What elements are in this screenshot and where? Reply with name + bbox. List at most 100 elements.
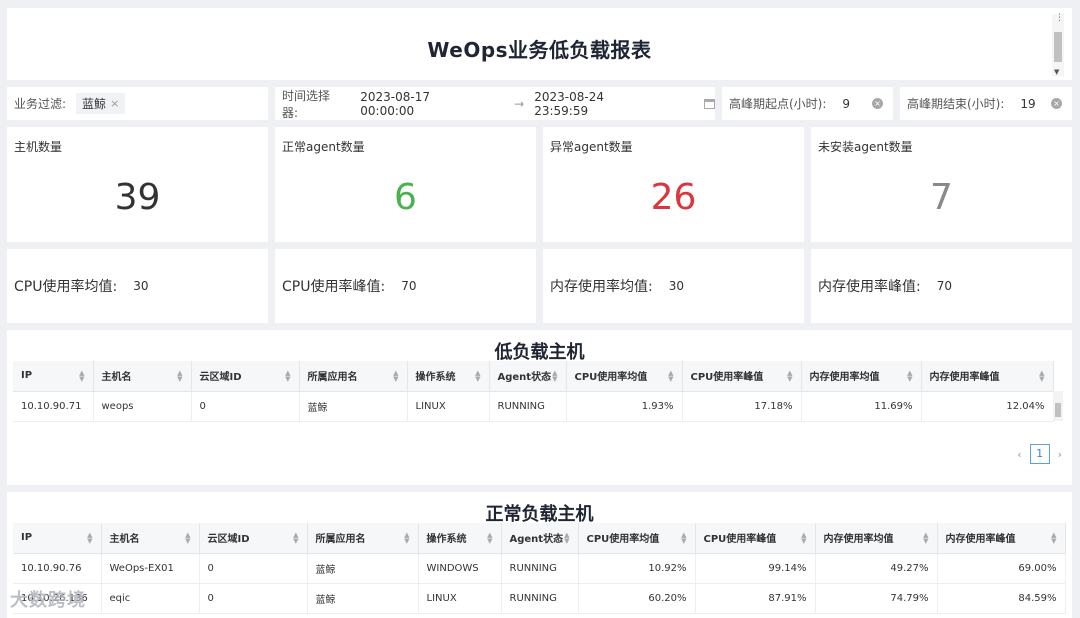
business-tag[interactable]: 蓝鲸 ×	[76, 93, 126, 114]
sort-icon[interactable]: ▲ ▼	[79, 370, 84, 383]
column-header[interactable]: 云区域ID ▲ ▼	[199, 523, 308, 554]
column-header-label: CPU使用率均值	[574, 372, 648, 384]
table-row[interactable]: 10.10.26.136 eqic 0 蓝鲸 LINUX RUNNING 60.20% 87.…	[13, 583, 1066, 614]
table-cell: WeOps-EX01	[101, 553, 200, 584]
normal-load-table: IP ▲ ▼ 主机名 ▲ ▼ 云区域ID ▲ ▼ 所属应用名 ▲ ▼ 操作系统 ▲ ▼ Agent状态 ▲ ▼ CP…	[13, 523, 1066, 614]
column-header[interactable]: 内存使用率均值 ▲ ▼	[815, 523, 938, 554]
sort-icon[interactable]: ▲ ▼	[552, 370, 557, 383]
table-row[interactable]: 10.10.90.76 WeOps-EX01 0 蓝鲸 WINDOWS RUNNING 10…	[13, 553, 1066, 584]
column-header[interactable]: CPU使用率均值 ▲ ▼	[578, 523, 696, 554]
table-cell: 1.93%	[566, 391, 683, 422]
metric-label: 内存使用率峰值:	[818, 279, 921, 295]
sort-icon[interactable]: ▲ ▼	[923, 532, 928, 545]
column-header[interactable]: IP ▲ ▼	[13, 361, 94, 392]
sort-icon[interactable]: ▲ ▼	[787, 370, 792, 383]
business-filter-label: 业务过滤:	[14, 97, 67, 111]
business-filter: 业务过滤: 蓝鲸 ×	[7, 87, 268, 120]
stat-card-host-count: 主机数量 39	[7, 127, 268, 242]
peak-end-label: 高峰期结束(小时):	[907, 97, 1005, 111]
sort-icon[interactable]: ▲ ▼	[475, 370, 480, 383]
table-cell: 0	[199, 553, 308, 584]
sort-icon[interactable]: ▲ ▼	[1051, 532, 1056, 545]
column-header[interactable]: Agent状态 ▲ ▼	[501, 523, 579, 554]
peak-start-input[interactable]: 9	[842, 97, 850, 111]
table-row[interactable]: 10.10.90.71 weops 0 蓝鲸 LINUX RUNNING 1.93% 17.1…	[13, 391, 1054, 422]
stat-value: 7	[930, 177, 953, 218]
table-cell: 84.59%	[937, 583, 1066, 614]
column-header-label: 内存使用率均值	[809, 372, 880, 384]
metric-mem-peak: 内存使用率峰值: 70	[811, 249, 1072, 323]
metric-cpu-peak: CPU使用率峰值: 70	[275, 249, 536, 323]
pagination: ‹ 1 ›	[1017, 444, 1062, 464]
prev-page-icon[interactable]: ‹	[1017, 448, 1021, 461]
sort-icon[interactable]: ▲ ▼	[177, 370, 182, 383]
sort-icon[interactable]: ▲ ▼	[564, 532, 569, 545]
sort-icon[interactable]: ▲ ▼	[907, 370, 912, 383]
column-header[interactable]: 主机名 ▲ ▼	[93, 361, 192, 392]
column-header[interactable]: CPU使用率峰值 ▲ ▼	[682, 361, 802, 392]
report-title-panel: WeOps业务低负载报表 ⋮ ▼	[7, 8, 1072, 80]
sort-icon[interactable]: ▲ ▼	[185, 532, 190, 545]
table-cell: 74.79%	[815, 583, 938, 614]
table-cell: RUNNING	[501, 583, 579, 614]
column-header-label: Agent状态	[497, 372, 552, 384]
more-options-icon[interactable]: ⋮	[1055, 14, 1064, 23]
table-scrollbar-thumb[interactable]	[1055, 403, 1061, 417]
column-header-label: 内存使用率峰值	[929, 372, 1000, 384]
column-header[interactable]: 内存使用率峰值 ▲ ▼	[937, 523, 1066, 554]
sort-icon[interactable]: ▲ ▼	[285, 370, 290, 383]
column-header[interactable]: 所属应用名 ▲ ▼	[307, 523, 419, 554]
sort-icon[interactable]: ▲ ▼	[393, 370, 398, 383]
time-picker[interactable]: 时间选择器: 2023-08-17 00:00:00 → 2023-08-24 …	[275, 87, 715, 120]
column-header-label: 所属应用名	[315, 534, 366, 546]
stat-label: 主机数量	[14, 140, 63, 154]
column-header[interactable]: 主机名 ▲ ▼	[101, 523, 200, 554]
sort-icon[interactable]: ▲ ▼	[681, 532, 686, 545]
column-header[interactable]: 内存使用率均值 ▲ ▼	[801, 361, 922, 392]
table-scrollbar[interactable]	[1053, 391, 1063, 421]
clear-peak-start-icon[interactable]: ×	[872, 98, 883, 109]
range-arrow-icon: →	[514, 96, 525, 111]
sort-icon[interactable]: ▲ ▼	[404, 532, 409, 545]
column-header[interactable]: 所属应用名 ▲ ▼	[299, 361, 408, 392]
peak-end-input[interactable]: 19	[1020, 97, 1035, 111]
metric-label: CPU使用率峰值:	[282, 279, 386, 295]
column-header-label: 主机名	[101, 372, 132, 384]
column-header[interactable]: 内存使用率峰值 ▲ ▼	[921, 361, 1054, 392]
table-cell: 0	[191, 391, 300, 422]
start-date[interactable]: 2023-08-17 00:00:00	[360, 90, 486, 118]
sort-icon[interactable]: ▲ ▼	[487, 532, 492, 545]
column-header[interactable]: CPU使用率峰值 ▲ ▼	[695, 523, 816, 554]
column-header[interactable]: 云区域ID ▲ ▼	[191, 361, 300, 392]
metric-cpu-avg: CPU使用率均值: 30	[7, 249, 268, 323]
column-header[interactable]: CPU使用率均值 ▲ ▼	[566, 361, 683, 392]
column-header[interactable]: 操作系统 ▲ ▼	[418, 523, 502, 554]
column-header-label: 所属应用名	[307, 372, 358, 384]
title-scrollbar[interactable]: ⋮ ▼	[1052, 14, 1064, 76]
sort-icon[interactable]: ▲ ▼	[1039, 370, 1044, 383]
column-header[interactable]: 操作系统 ▲ ▼	[407, 361, 490, 392]
sort-icon[interactable]: ▲ ▼	[668, 370, 673, 383]
metric-value: 70	[936, 279, 952, 293]
sort-icon[interactable]: ▲ ▼	[293, 532, 298, 545]
scrollbar-thumb[interactable]	[1054, 32, 1062, 62]
sort-icon[interactable]: ▲ ▼	[87, 532, 92, 545]
calendar-icon[interactable]	[704, 98, 715, 109]
tag-close-icon[interactable]: ×	[110, 97, 119, 110]
column-header[interactable]: Agent状态 ▲ ▼	[489, 361, 567, 392]
clear-peak-end-icon[interactable]: ×	[1051, 98, 1062, 109]
table-cell: WINDOWS	[418, 553, 502, 584]
table-cell: 蓝鲸	[307, 553, 419, 584]
column-header-label: 操作系统	[426, 534, 467, 546]
end-date[interactable]: 2023-08-24 23:59:59	[534, 90, 660, 118]
scroll-down-icon[interactable]: ▼	[1054, 68, 1059, 76]
page-number-button[interactable]: 1	[1029, 444, 1050, 464]
column-header[interactable]: IP ▲ ▼	[13, 523, 102, 554]
column-header-label: IP	[21, 532, 33, 544]
time-picker-label: 时间选择器:	[282, 88, 331, 120]
next-page-icon[interactable]: ›	[1058, 448, 1062, 461]
table-cell: 49.27%	[815, 553, 938, 584]
table-cell: 17.18%	[682, 391, 802, 422]
table-cell: 99.14%	[695, 553, 816, 584]
sort-icon[interactable]: ▲ ▼	[801, 532, 806, 545]
